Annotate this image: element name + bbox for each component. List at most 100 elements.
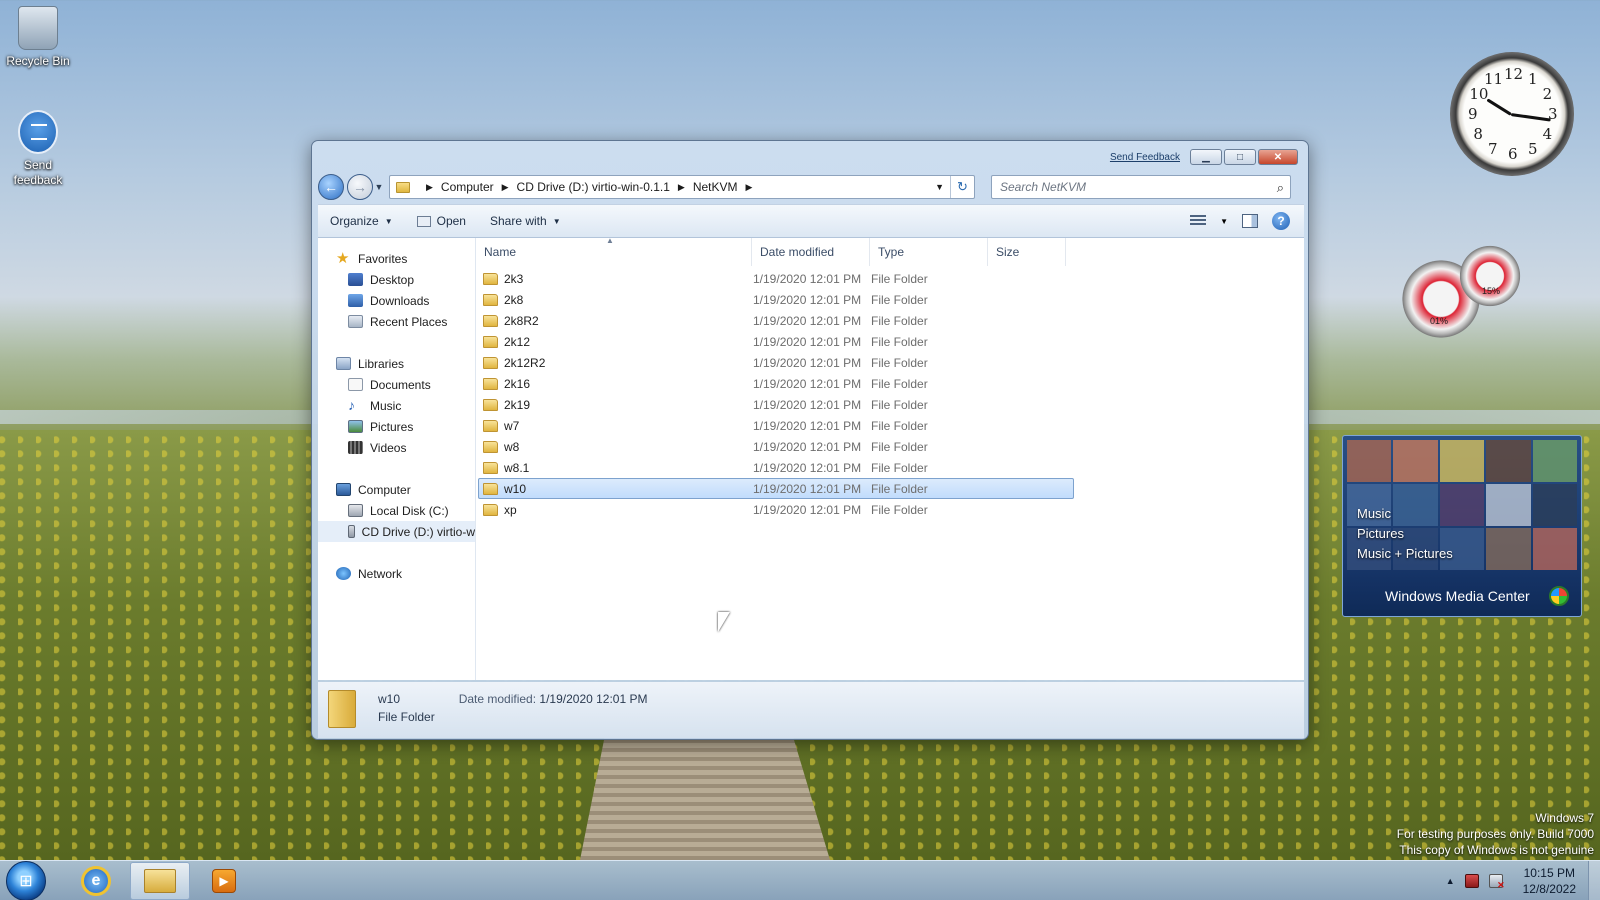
start-button[interactable]: ⊞ [6, 860, 46, 900]
file-type-cell: File Folder [871, 355, 928, 370]
file-name: xp [504, 502, 517, 517]
media-center-brand: Windows Media Center [1385, 588, 1530, 604]
taskbar-media-player[interactable]: ▶ [196, 862, 252, 900]
show-hidden-icons-icon[interactable]: ▲ [1446, 876, 1455, 886]
cd-drive-icon [348, 525, 355, 538]
maximize-button[interactable]: □ [1224, 149, 1256, 165]
help-icon[interactable]: ? [1272, 212, 1290, 230]
search-input[interactable]: Search NetKVM ⌕ [991, 175, 1291, 199]
file-type-cell: File Folder [871, 376, 928, 391]
navigation-pane: ★ Favorites Desktop Downloads Recent Plac… [318, 238, 476, 680]
media-menu-item-music[interactable]: Music [1357, 504, 1453, 524]
address-history-dropdown[interactable]: ▼ [935, 182, 944, 192]
file-row[interactable]: w8.1 1/19/2020 12:01 PM File Folder [478, 457, 1074, 478]
memory-meter-gadget[interactable]: 15% [1458, 244, 1522, 308]
folder-icon [483, 356, 498, 369]
file-row[interactable]: w10 1/19/2020 12:01 PM File Folder [478, 478, 1074, 499]
preview-pane-icon[interactable] [1242, 214, 1258, 228]
column-header-name[interactable]: ▲ Name [476, 236, 752, 266]
send-feedback-link[interactable]: Send Feedback [1110, 152, 1180, 163]
nav-item-documents[interactable]: Documents [318, 374, 475, 395]
nav-item-local-disk[interactable]: Local Disk (C:) [318, 500, 475, 521]
folder-icon [396, 181, 410, 193]
media-center-gadget[interactable]: Music Pictures Music + Pictures Windows … [1342, 435, 1582, 617]
send-feedback-icon [18, 110, 58, 154]
action-center-flag-icon[interactable] [1464, 873, 1479, 888]
nav-item-favorites[interactable]: ★ Favorites [318, 248, 475, 269]
network-disconnected-icon[interactable] [1488, 873, 1505, 891]
clock-gadget[interactable]: 12 1 2 3 4 5 6 7 8 9 10 11 [1450, 52, 1574, 176]
open-label: Open [436, 214, 466, 228]
column-header-date-modified[interactable]: Date modified [752, 238, 870, 266]
file-row[interactable]: w7 1/19/2020 12:01 PM File Folder [478, 415, 1074, 436]
file-row[interactable]: 2k12 1/19/2020 12:01 PM File Folder [478, 331, 1074, 352]
file-row[interactable]: 2k8 1/19/2020 12:01 PM File Folder [478, 289, 1074, 310]
media-menu-item-pictures[interactable]: Pictures [1357, 524, 1453, 544]
desktop-icon-send-feedback[interactable]: Send feedback [0, 110, 76, 188]
nav-item-music[interactable]: ♪ Music [318, 395, 475, 416]
file-date-cell: 1/19/2020 12:01 PM [753, 355, 862, 370]
show-desktop-button[interactable] [1588, 860, 1600, 900]
clock-numeral: 5 [1528, 139, 1538, 158]
breadcrumb-separator-icon[interactable]: ▶ [426, 182, 433, 193]
organize-button[interactable]: Organize ▼ [318, 205, 405, 237]
file-row[interactable]: xp 1/19/2020 12:01 PM File Folder [478, 499, 1074, 520]
nav-label: Computer [358, 482, 411, 497]
nav-label: Desktop [370, 272, 415, 287]
folder-icon [483, 482, 498, 495]
nav-item-desktop[interactable]: Desktop [318, 269, 475, 290]
file-name-cell: 2k19 [479, 398, 753, 412]
media-menu-item-music-pictures[interactable]: Music + Pictures [1357, 544, 1453, 564]
taskbar-clock[interactable]: 10:15 PM 12/8/2022 [1523, 865, 1576, 897]
minimize-button[interactable]: ▁ [1190, 149, 1222, 165]
pictures-icon [348, 420, 363, 433]
breadcrumb-item-computer[interactable]: Computer [441, 180, 494, 194]
nav-item-pictures[interactable]: Pictures [318, 416, 475, 437]
file-name-cell: 2k3 [479, 272, 753, 286]
nav-item-network[interactable]: Network [318, 563, 475, 584]
open-button[interactable]: Open [405, 205, 478, 237]
search-icon[interactable]: ⌕ [1277, 180, 1284, 196]
file-row[interactable]: 2k16 1/19/2020 12:01 PM File Folder [478, 373, 1074, 394]
share-with-button[interactable]: Share with ▼ [478, 205, 573, 237]
breadcrumb-separator-icon[interactable]: ▶ [746, 182, 753, 193]
file-type-cell: File Folder [871, 481, 928, 496]
minimize-icon: ▁ [1202, 151, 1210, 163]
forward-button[interactable]: → [347, 174, 373, 200]
nav-item-recent-places[interactable]: Recent Places [318, 311, 475, 332]
refresh-button[interactable]: ↻ [950, 176, 974, 198]
nav-label: Documents [370, 377, 431, 392]
internet-explorer-icon: e [81, 865, 111, 896]
nav-item-computer[interactable]: Computer [318, 479, 475, 500]
desktop-icon-recycle-bin[interactable]: Recycle Bin [0, 6, 76, 69]
taskbar-internet-explorer[interactable]: e [68, 862, 124, 900]
breadcrumb-item-cd-drive[interactable]: CD Drive (D:) virtio-win-0.1.1 [517, 180, 670, 194]
back-button[interactable]: ← [318, 174, 344, 200]
taskbar-windows-explorer[interactable] [130, 861, 190, 900]
view-options-dropdown[interactable]: ▼ [1220, 217, 1228, 226]
nav-label: Videos [370, 440, 407, 455]
file-row[interactable]: 2k3 1/19/2020 12:01 PM File Folder [478, 268, 1074, 289]
address-bar[interactable]: ▶ Computer ▶ CD Drive (D:) virtio-win-0.… [389, 175, 975, 199]
nav-item-libraries[interactable]: Libraries [318, 353, 475, 374]
breadcrumb-separator-icon[interactable]: ▶ [678, 182, 685, 193]
close-button[interactable]: ✕ [1258, 149, 1298, 165]
nav-item-cd-drive[interactable]: CD Drive (D:) virtio-w [318, 521, 475, 542]
column-header-type[interactable]: Type [870, 238, 988, 266]
nav-item-downloads[interactable]: Downloads [318, 290, 475, 311]
column-header-size[interactable]: Size [988, 238, 1066, 266]
recent-pages-dropdown[interactable]: ▼ [373, 182, 385, 192]
change-view-icon[interactable] [1190, 215, 1207, 227]
breadcrumb-separator-icon[interactable]: ▶ [502, 182, 509, 193]
nav-item-videos[interactable]: Videos [318, 437, 475, 458]
file-row[interactable]: 2k12R2 1/19/2020 12:01 PM File Folder [478, 352, 1074, 373]
media-center-logo-icon[interactable] [1549, 586, 1569, 606]
column-header-label: Name [484, 245, 517, 259]
breadcrumb-item-netkvm[interactable]: NetKVM [693, 180, 738, 194]
file-name: 2k8R2 [504, 313, 539, 328]
clock-hour-hand [1486, 98, 1512, 116]
file-row[interactable]: 2k8R2 1/19/2020 12:01 PM File Folder [478, 310, 1074, 331]
chevron-down-icon: ▼ [384, 216, 393, 226]
file-row[interactable]: 2k19 1/19/2020 12:01 PM File Folder [478, 394, 1074, 415]
file-row[interactable]: w8 1/19/2020 12:01 PM File Folder [478, 436, 1074, 457]
